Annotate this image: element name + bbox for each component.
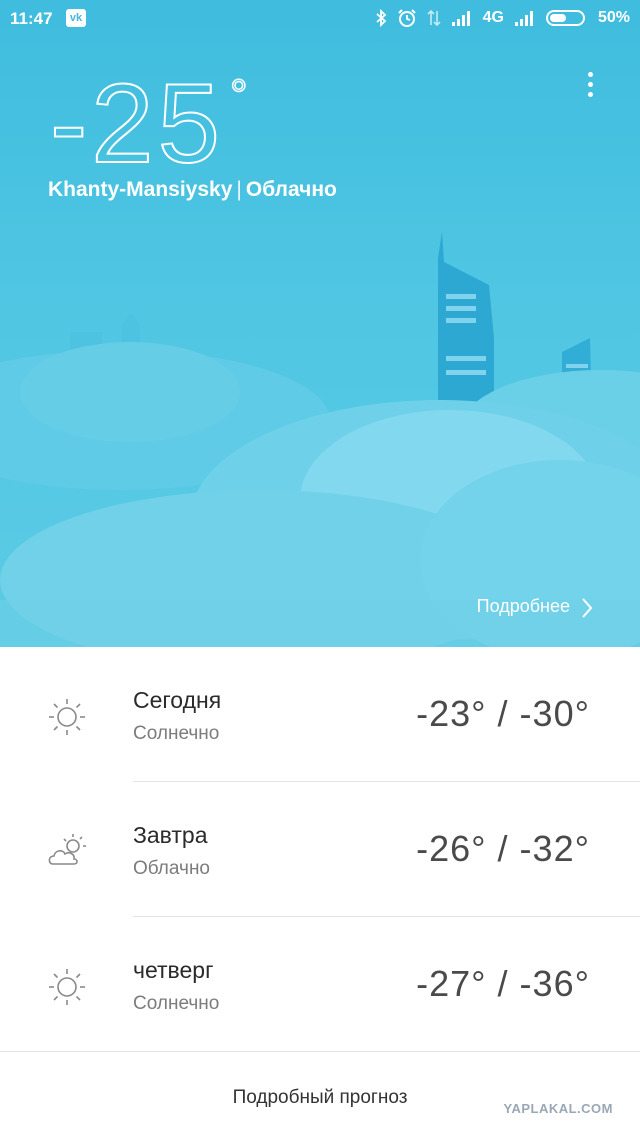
watermark: YAPLAKAL.COM — [503, 1101, 613, 1116]
bluetooth-icon — [376, 9, 386, 27]
more-dot-icon — [587, 82, 593, 87]
cloud-sun-icon — [48, 834, 86, 865]
divider — [0, 1051, 640, 1052]
chevron-right-icon — [582, 598, 593, 618]
more-dot-icon — [587, 92, 593, 97]
status-bar: 11:47 vk 4G 50% — [0, 0, 640, 36]
degree-symbol: ° — [230, 71, 248, 120]
forecast-temps: -23° / -30° — [416, 693, 590, 734]
battery-icon — [545, 10, 585, 26]
details-link[interactable]: Подробнее — [477, 596, 570, 617]
forecast-row-today[interactable]: Сегодня Солнечно -23° / -30° — [0, 647, 640, 782]
sun-icon — [49, 699, 85, 735]
signal-icon — [451, 11, 470, 26]
forecast-temps: -26° / -32° — [416, 828, 590, 869]
separator: | — [236, 178, 242, 201]
city-name: Khanty-Mansiysky — [48, 178, 233, 201]
weather-hero: 11:47 vk 4G 50% -25 ° Khanty-Mansiysky |… — [0, 0, 640, 647]
more-dot-icon — [587, 72, 593, 77]
signal-icon-2 — [514, 11, 533, 26]
vk-icon: vk — [66, 9, 86, 27]
forecast-day: Сегодня — [133, 687, 222, 713]
forecast-condition: Солнечно — [133, 993, 220, 1014]
forecast-condition: Солнечно — [133, 723, 220, 744]
network-type: 4G — [482, 9, 504, 26]
forecast-day: Завтра — [133, 822, 208, 848]
status-time: 11:47 — [10, 9, 53, 28]
alarm-icon — [397, 9, 416, 27]
more-menu-button[interactable] — [576, 72, 604, 102]
current-condition: Облачно — [245, 178, 337, 201]
forecast-row-thursday[interactable]: четверг Солнечно -27° / -36° — [0, 917, 640, 1052]
current-temperature: -25 ° — [50, 70, 290, 180]
battery-level: 50% — [597, 9, 630, 26]
sun-icon — [49, 969, 85, 1005]
forecast-list: Сегодня Солнечно -23° / -30° Завтра Обла… — [0, 647, 640, 1052]
temperature-value: -25 — [50, 70, 224, 180]
data-transfer-icon — [427, 9, 441, 27]
forecast-row-tomorrow[interactable]: Завтра Облачно -26° / -32° — [0, 782, 640, 917]
location-line: Khanty-Mansiysky | Облачно — [48, 178, 337, 202]
forecast-temps: -27° / -36° — [416, 963, 590, 1004]
forecast-day: четверг — [133, 957, 214, 983]
forecast-condition: Облачно — [133, 858, 211, 879]
